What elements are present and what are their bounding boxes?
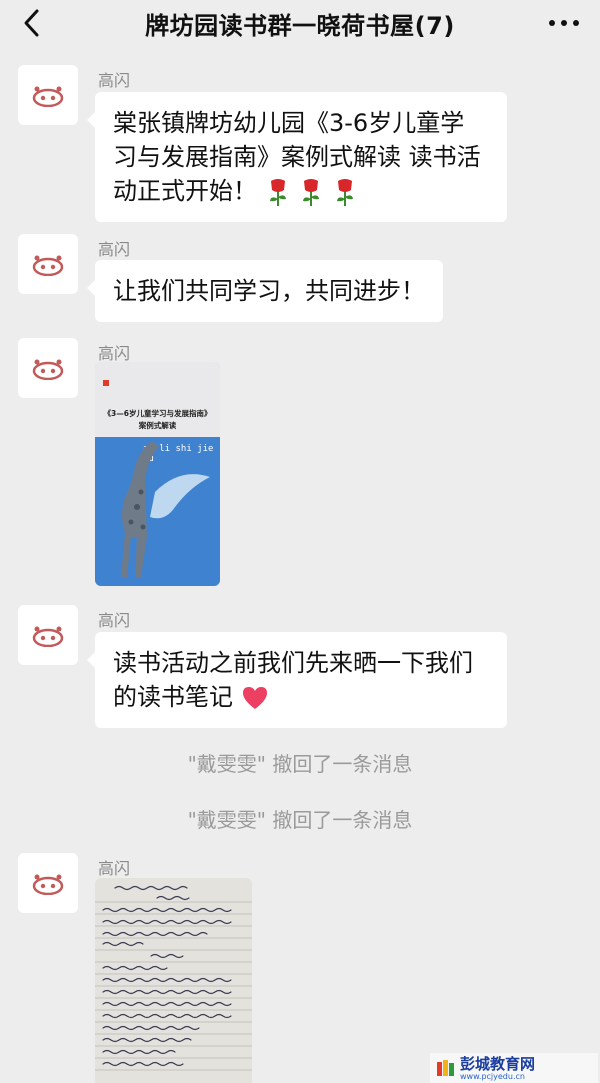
chat-title: 牌坊园读书群一晓荷书屋(7) [145, 11, 455, 40]
publisher-mark-icon [103, 380, 109, 386]
giraffe-illustration-icon [121, 441, 210, 577]
message-line: 让我们共同学习，共同进步！ [113, 277, 425, 305]
more-button[interactable] [544, 8, 584, 38]
sender-name: 高闪 [98, 859, 131, 878]
rose-icon [336, 179, 353, 206]
pig-face-icon [32, 359, 64, 380]
message-line-text: 动正式开始！ [113, 177, 257, 205]
avatar[interactable] [18, 65, 78, 125]
avatar[interactable] [18, 853, 78, 913]
message-line: 动正式开始！ [113, 174, 489, 208]
watermark-url: www.pcjyedu.cn [460, 1071, 525, 1081]
watermark-text: 彭城教育网 [460, 1054, 536, 1073]
avatar[interactable] [18, 605, 78, 665]
rose-icon [269, 179, 286, 206]
pig-face-icon [32, 255, 64, 276]
recall-notice: "戴雯雯" 撤回了一条消息 [187, 752, 413, 776]
avatar[interactable] [18, 234, 78, 294]
message-bubble[interactable]: 读书活动之前我们先来晒一下我们 的读书笔记 [87, 632, 507, 728]
message-line: 读书活动之前我们先来晒一下我们 [113, 649, 473, 677]
chevron-left-icon [24, 9, 39, 37]
book-subtitle: 案例式解读 [138, 421, 177, 430]
avatar[interactable] [18, 338, 78, 398]
notes-lines-icon [95, 885, 252, 1071]
recall-notice: "戴雯雯" 撤回了一条消息 [187, 808, 413, 832]
chat-header: 牌坊园读书群一晓荷书屋(7) [0, 0, 600, 46]
sender-name: 高闪 [98, 344, 131, 363]
books-logo-icon [437, 1060, 454, 1076]
message-line: 棠张镇牌坊幼儿园《3-6岁儿童学 [113, 109, 465, 137]
rose-icon [303, 179, 320, 206]
site-watermark: 彭城教育网 www.pcjyedu.cn [430, 1053, 598, 1083]
message-line: 习与发展指南》案例式解读 读书活 [113, 143, 481, 171]
message-bubble[interactable]: 让我们共同学习，共同进步！ [87, 260, 443, 322]
pig-face-icon [32, 86, 64, 107]
ellipsis-icon [549, 20, 579, 26]
heart-icon [242, 687, 267, 709]
sender-name: 高闪 [98, 71, 131, 90]
back-button[interactable] [16, 6, 46, 40]
book-title: 《3—6岁儿童学习与发展指南》 [103, 409, 212, 418]
message-line-text: 的读书笔记 [113, 683, 233, 711]
pig-face-icon [32, 874, 64, 895]
message-bubble[interactable]: 棠张镇牌坊幼儿园《3-6岁儿童学 习与发展指南》案例式解读 读书活 动正式开始！ [87, 92, 507, 222]
sender-name: 高闪 [98, 240, 131, 259]
message-line: 的读书笔记 [113, 680, 489, 714]
handwritten-notes-photo[interactable] [95, 878, 252, 1083]
sender-name: 高闪 [98, 611, 131, 630]
book-cover-image[interactable]: 《3—6岁儿童学习与发展指南》 案例式解读 an li shi jie du [95, 362, 220, 586]
pig-face-icon [32, 626, 64, 647]
